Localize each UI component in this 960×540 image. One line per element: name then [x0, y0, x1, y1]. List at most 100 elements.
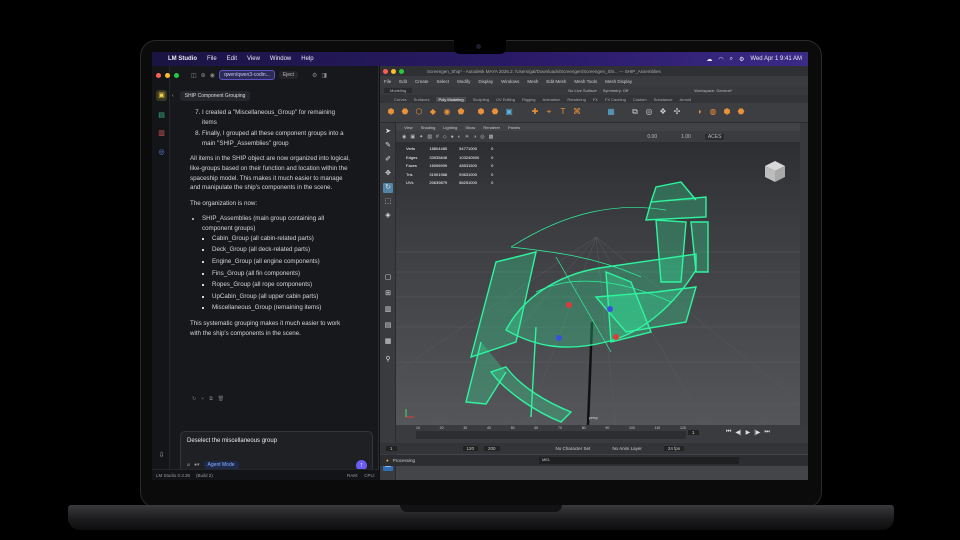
fps-select[interactable]: 24 fps [663, 446, 685, 451]
regenerate-icon[interactable]: ↻ [192, 396, 196, 402]
shelf-tab[interactable]: Rigging [522, 97, 536, 102]
eject-button[interactable]: Eject [278, 71, 298, 79]
menu-edit[interactable]: Edit [227, 56, 237, 62]
range-start[interactable]: 1 [386, 446, 397, 451]
wireframe-icon[interactable]: ◇ [443, 134, 447, 140]
shelf-tool-icon[interactable]: ⬟ [456, 107, 466, 117]
graph-pane-icon[interactable]: ▦ [383, 337, 393, 347]
shelf-tool-icon[interactable]: ⬢ [476, 107, 486, 117]
two-pane-icon[interactable]: ▥ [383, 305, 393, 315]
menu-window[interactable]: Window [270, 56, 291, 62]
paint-select-icon[interactable]: ✐ [383, 155, 393, 165]
current-frame[interactable]: 1 [688, 430, 699, 435]
discover-icon[interactable]: ◎ [156, 147, 167, 158]
clock[interactable]: Wed Apr 1 9:41 AM [750, 56, 802, 62]
move-tool-icon[interactable]: ✥ [383, 169, 393, 179]
range-end[interactable]: 200 [484, 446, 500, 451]
zoom-button[interactable] [399, 68, 404, 74]
chat-composer[interactable]: Deselect the miscellaneous group ⌀ ●▾ Ag… [180, 431, 373, 474]
copy-icon[interactable]: ⧉ [209, 396, 213, 402]
attach-icon[interactable]: ⌀ [187, 462, 190, 468]
shelf-tool-icon[interactable]: ⬣ [400, 107, 410, 117]
play-icon[interactable]: ▶ [746, 429, 751, 436]
symmetry[interactable]: Symmetry: Off [603, 88, 628, 93]
maya-menu-item[interactable]: Mesh Tools [574, 79, 597, 84]
shelf-tool-icon[interactable]: ⬢ [386, 107, 396, 117]
models-icon[interactable]: ▥ [156, 128, 167, 139]
composer-input[interactable]: Deselect the miscellaneous group [187, 438, 277, 444]
shelf-tab[interactable]: Curves [394, 97, 407, 102]
menu-help[interactable]: Help [301, 56, 313, 62]
magnify-icon[interactable]: ⚲ [383, 355, 393, 365]
live-surface[interactable]: No Live Surface [568, 88, 596, 93]
shelf-tab[interactable]: FX [593, 97, 598, 102]
viewport-menu-item[interactable]: Panels [508, 125, 520, 130]
shelf-tool-icon[interactable]: ⌖ [544, 107, 554, 117]
shelf-tool-icon[interactable]: T [558, 107, 568, 117]
time-slider[interactable]: 10 20 30 40 50 60 70 80 90 100 110 120 1 ⏮ ◀| ▶ |▶ … [396, 425, 808, 443]
maya-menu-item[interactable]: Display [478, 79, 493, 84]
four-pane-icon[interactable]: ⊞ [383, 289, 393, 299]
delete-icon[interactable]: 🗑 [218, 396, 224, 402]
image-plane-icon[interactable]: ▨ [427, 134, 432, 140]
back-icon[interactable]: ‹ [172, 93, 174, 99]
maya-menu-item[interactable]: Edit Mesh [546, 79, 566, 84]
viewport-menu-item[interactable]: Renderer [483, 125, 500, 130]
colorspace[interactable]: ACES [704, 133, 725, 140]
shelf-tool-icon[interactable]: ⬣ [736, 107, 746, 117]
first-frame-icon[interactable]: ⏮ [726, 429, 731, 436]
minimize-button[interactable] [391, 68, 396, 74]
shelf-tool-icon[interactable]: ▣ [504, 107, 514, 117]
outliner-pane-icon[interactable]: ▤ [383, 321, 393, 331]
viewport-menu-item[interactable]: Show [465, 125, 475, 130]
search-icon[interactable]: ⌕ [730, 56, 733, 63]
shelf-tool-icon[interactable]: ▦ [606, 107, 616, 117]
shelf-tool-icon[interactable]: ❖ [658, 107, 668, 117]
shelf-tool-icon[interactable]: ⌘ [572, 107, 582, 117]
last-tool-icon[interactable]: ◈ [383, 211, 393, 221]
shelf-tool-icon[interactable]: ⬢ [722, 107, 732, 117]
maya-menu-item[interactable]: Edit [399, 79, 407, 84]
maya-menu-item[interactable]: Windows [501, 79, 519, 84]
agent-mode-chip[interactable]: Agent Mode [203, 461, 239, 469]
select-tool-icon[interactable]: ➤ [383, 127, 393, 137]
shadows-icon[interactable]: ◑ [473, 134, 476, 140]
shelf-tool-icon[interactable]: ✚ [530, 107, 540, 117]
shelf-tool-icon[interactable]: ⬡ [414, 107, 424, 117]
shelf-tab[interactable]: Sculpting [473, 97, 489, 102]
maya-menu-item[interactable]: Mesh Display [605, 79, 632, 84]
camera-icon[interactable]: ◉ [402, 134, 406, 140]
isolate-icon[interactable]: ◎ [480, 134, 484, 140]
chat-tab[interactable]: SHIP Component Grouping [179, 91, 251, 101]
view-cube-icon[interactable] [762, 158, 788, 184]
bookmark-icon[interactable]: ✦ [419, 134, 423, 140]
model-selector[interactable]: qwen/qwen3-codin... [218, 70, 275, 80]
smooth-shade-icon[interactable]: ● [451, 134, 454, 140]
cloud-icon[interactable]: ☁ [706, 56, 712, 63]
zoom-button[interactable] [174, 72, 179, 78]
playback-end[interactable]: 120 [462, 446, 479, 451]
shelf-tab[interactable]: Poly Modeling [436, 96, 466, 102]
shelf-tool-icon[interactable]: ◎ [644, 107, 654, 117]
rotate-tool-icon[interactable]: ↻ [383, 183, 393, 193]
xray-icon[interactable]: ▩ [489, 134, 494, 140]
lights-icon[interactable]: ☀ [465, 134, 469, 140]
workspace[interactable]: Workspace: General* [694, 88, 732, 93]
shelf-tool-icon[interactable]: ◍ [708, 107, 718, 117]
shelf-tool-icon[interactable]: ✣ [672, 107, 682, 117]
shelf-tab[interactable]: Animation [543, 97, 561, 102]
mode-select[interactable]: Modeling [384, 88, 413, 93]
shelf-tab[interactable]: UV Editing [496, 97, 515, 102]
lasso-tool-icon[interactable]: ✎ [383, 141, 393, 151]
menu-view[interactable]: View [247, 56, 260, 62]
app-name[interactable]: LM Studio [168, 56, 197, 62]
shelf-tool-icon[interactable]: ⧉ [630, 107, 640, 117]
control-center-icon[interactable]: ⚙ [739, 56, 744, 63]
scale-tool-icon[interactable]: ⬚ [383, 197, 393, 207]
close-button[interactable] [383, 68, 388, 74]
maya-menu-item[interactable]: Mesh [527, 79, 538, 84]
maya-menu-item[interactable]: Modify [457, 79, 470, 84]
close-button[interactable] [156, 72, 161, 78]
sidebar-toggle-icon[interactable]: ◫ [191, 72, 197, 79]
prev-key-icon[interactable]: ◀| [735, 429, 741, 436]
